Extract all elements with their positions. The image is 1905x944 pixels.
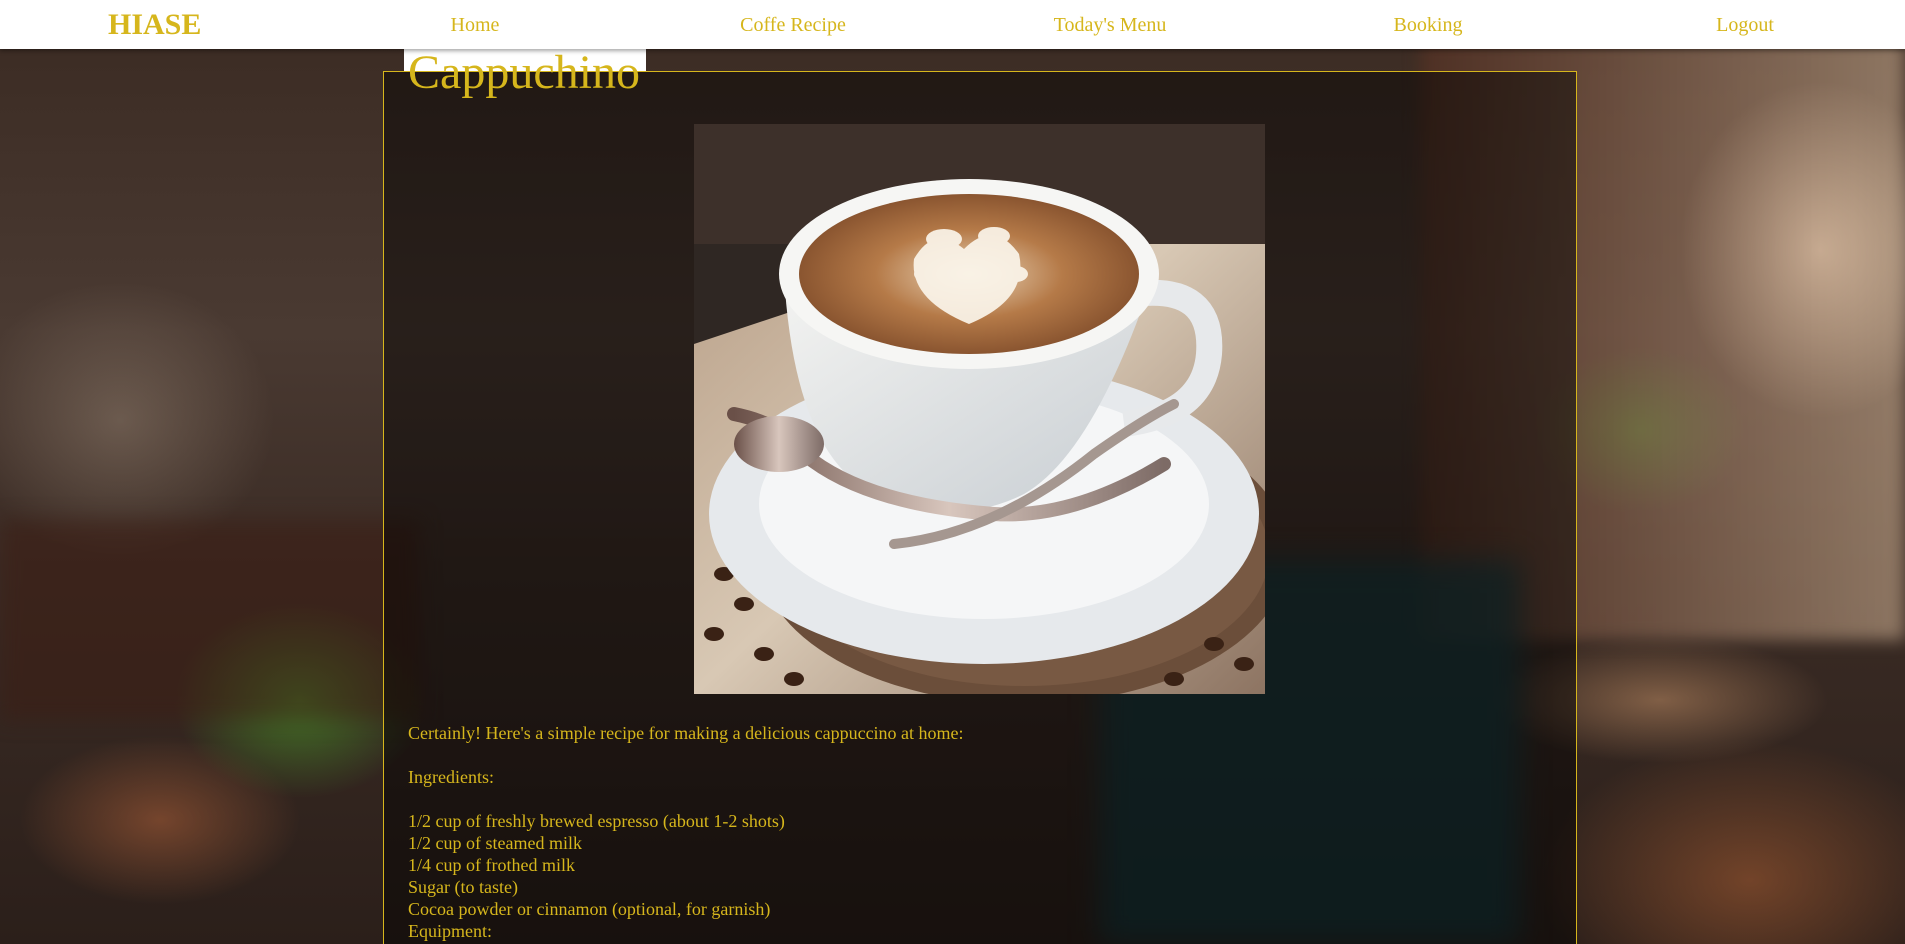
nav-home-link[interactable]: Home <box>451 12 500 38</box>
recipe-title: Cappuchino <box>404 46 646 100</box>
nav-booking-link[interactable]: Booking <box>1394 12 1463 38</box>
nav-logout-link[interactable]: Logout <box>1716 12 1774 38</box>
nav-coffee-recipe-link[interactable]: Coffe Recipe <box>740 12 846 38</box>
cappuccino-photo <box>694 124 1265 694</box>
background-counter <box>0 520 420 720</box>
recipe-text: Certainly! Here's a simple recipe for ma… <box>408 722 1508 942</box>
ingredient-item: Cocoa powder or cinnamon (optional, for … <box>408 899 771 919</box>
ingredients-heading: Ingredients: <box>408 767 494 787</box>
ingredient-item: 1/2 cup of freshly brewed espresso (abou… <box>408 811 785 831</box>
recipe-intro: Certainly! Here's a simple recipe for ma… <box>408 723 964 743</box>
nav-todays-menu-link[interactable]: Today's Menu <box>1054 12 1167 38</box>
ingredient-item: 1/4 cup of frothed milk <box>408 855 575 875</box>
top-navbar: HIASE Home Coffe Recipe Today's Menu Boo… <box>0 0 1905 49</box>
ingredient-item: 1/2 cup of steamed milk <box>408 833 582 853</box>
ingredient-item: Sugar (to taste) <box>408 877 518 897</box>
brand-logo[interactable]: HIASE <box>108 8 201 42</box>
equipment-heading: Equipment: <box>408 921 492 941</box>
